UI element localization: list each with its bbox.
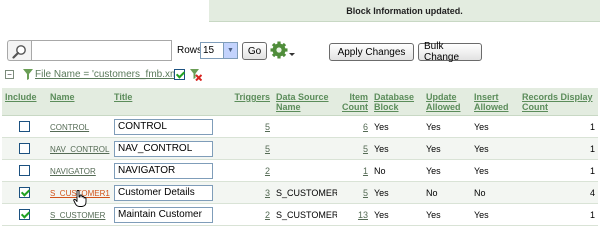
include-checkbox[interactable] — [19, 209, 30, 221]
block-name-link[interactable]: CONTROL — [50, 123, 89, 132]
triggers-link[interactable]: 3 — [265, 188, 270, 198]
header-update-allowed[interactable]: Update Allowed — [423, 88, 471, 116]
item-count-link[interactable]: 5 — [363, 188, 368, 198]
database-block-cell: No — [371, 159, 423, 182]
header-triggers[interactable]: Triggers — [221, 88, 273, 116]
include-checkbox[interactable] — [19, 187, 30, 199]
header-item-count[interactable]: Item Count — [337, 88, 371, 116]
table-row: S_CUSTOMER 2 S_CUSTOMER 13 Yes Yes Yes 1 — [2, 203, 598, 226]
update-allowed-cell: Yes — [423, 137, 471, 160]
block-name-link[interactable]: NAVIGATOR — [50, 167, 96, 176]
include-cell[interactable] — [2, 115, 47, 138]
header-insert-allowed[interactable]: Insert Allowed — [471, 88, 519, 116]
data-source-cell — [273, 115, 337, 138]
insert-allowed-cell: Yes — [471, 137, 519, 160]
include-checkbox[interactable] — [19, 121, 30, 133]
header-title[interactable]: Title — [111, 88, 221, 116]
go-button[interactable]: Go — [242, 42, 267, 60]
chevron-down-icon: ▼ — [223, 43, 237, 58]
database-block-cell: Yes — [371, 137, 423, 160]
include-cell[interactable] — [2, 181, 47, 204]
block-name-link[interactable]: NAV_CONTROL — [50, 145, 109, 154]
update-allowed-cell: Yes — [423, 203, 471, 226]
header-data-source[interactable]: Data Source Name — [273, 88, 337, 116]
gear-icon — [270, 41, 295, 59]
data-source-cell — [273, 137, 337, 160]
table-header-row: Include Name Title Triggers Data Source … — [2, 88, 598, 116]
title-input[interactable] — [114, 118, 213, 135]
apply-changes-button[interactable]: Apply Changes — [329, 43, 414, 61]
data-source-cell — [273, 159, 337, 182]
include-cell[interactable] — [2, 137, 47, 160]
collapse-icon[interactable]: − — [5, 70, 14, 79]
search-toolbar: Rows 15 ▼ Go Apply Changes Bulk Change — [7, 40, 597, 63]
insert-allowed-cell: No — [471, 181, 519, 204]
funnel-icon — [23, 69, 33, 80]
block-name-link[interactable]: S_CUSTOMER — [50, 211, 105, 220]
title-input[interactable] — [114, 206, 213, 223]
header-name[interactable]: Name — [47, 88, 111, 116]
insert-allowed-cell: Yes — [471, 115, 519, 138]
records-display-cell: 1 — [519, 137, 598, 160]
actions-menu-button[interactable] — [270, 40, 296, 62]
item-count-link[interactable]: 1 — [363, 166, 368, 176]
records-display-cell: 1 — [519, 115, 598, 138]
header-records-display[interactable]: Records Display Count — [519, 88, 598, 116]
filter-bar: − File Name = 'customers_fmb.xml' — [5, 68, 305, 82]
header-include[interactable]: Include — [2, 88, 47, 116]
data-source-cell: S_CUSTOMER — [273, 203, 337, 226]
title-input[interactable] — [114, 140, 213, 157]
item-count-link[interactable]: 5 — [363, 144, 368, 154]
triggers-link[interactable]: 2 — [265, 210, 270, 220]
records-display-cell: 4 — [519, 181, 598, 204]
checkbox-icon — [174, 69, 185, 80]
rows-label: Rows — [177, 45, 203, 56]
records-display-cell: 1 — [519, 203, 598, 226]
header-database-block[interactable]: Database Block — [371, 88, 423, 116]
include-checkbox[interactable] — [19, 165, 30, 177]
remove-filter-icon[interactable] — [190, 69, 202, 81]
blocks-table: Include Name Title Triggers Data Source … — [2, 88, 598, 226]
success-banner: Block Information updated. — [209, 0, 600, 22]
item-count-link[interactable]: 6 — [363, 122, 368, 132]
filter-enabled-checkbox[interactable] — [174, 69, 185, 80]
table-row: NAVIGATOR 2 1 No Yes Yes 1 — [2, 159, 598, 182]
triggers-link[interactable]: 5 — [265, 144, 270, 154]
table-row: CONTROL 5 6 Yes Yes Yes 1 — [2, 115, 598, 138]
table-row: S_CUSTOMER1 3 S_CUSTOMER 5 Yes No No 4 — [2, 181, 598, 204]
item-count-link[interactable]: 13 — [358, 210, 368, 220]
title-input[interactable] — [114, 184, 213, 201]
triggers-link[interactable]: 5 — [265, 122, 270, 132]
database-block-cell: Yes — [371, 181, 423, 204]
banner-message: Block Information updated. — [346, 5, 463, 16]
triggers-link[interactable]: 2 — [265, 166, 270, 176]
data-source-cell: S_CUSTOMER — [273, 181, 337, 204]
database-block-cell: Yes — [371, 115, 423, 138]
include-cell[interactable] — [2, 159, 47, 182]
filter-link[interactable]: File Name = 'customers_fmb.xml' — [35, 69, 182, 80]
update-allowed-cell: Yes — [423, 159, 471, 182]
hand-cursor-icon — [73, 190, 87, 207]
update-allowed-cell: Yes — [423, 115, 471, 138]
records-display-cell: 1 — [519, 159, 598, 182]
insert-allowed-cell: Yes — [471, 203, 519, 226]
bulk-change-button[interactable]: Bulk Change — [418, 41, 482, 63]
insert-allowed-cell: Yes — [471, 159, 519, 182]
update-allowed-cell: No — [423, 181, 471, 204]
table-row: NAV_CONTROL 5 5 Yes Yes Yes 1 — [2, 137, 598, 160]
rows-select-value: 15 — [203, 45, 215, 56]
include-cell[interactable] — [2, 203, 47, 226]
database-block-cell: Yes — [371, 203, 423, 226]
rows-select[interactable]: 15 ▼ — [200, 42, 238, 59]
search-input[interactable] — [31, 40, 172, 61]
include-checkbox[interactable] — [19, 143, 30, 155]
search-icon[interactable] — [7, 40, 31, 61]
title-input[interactable] — [114, 162, 213, 179]
